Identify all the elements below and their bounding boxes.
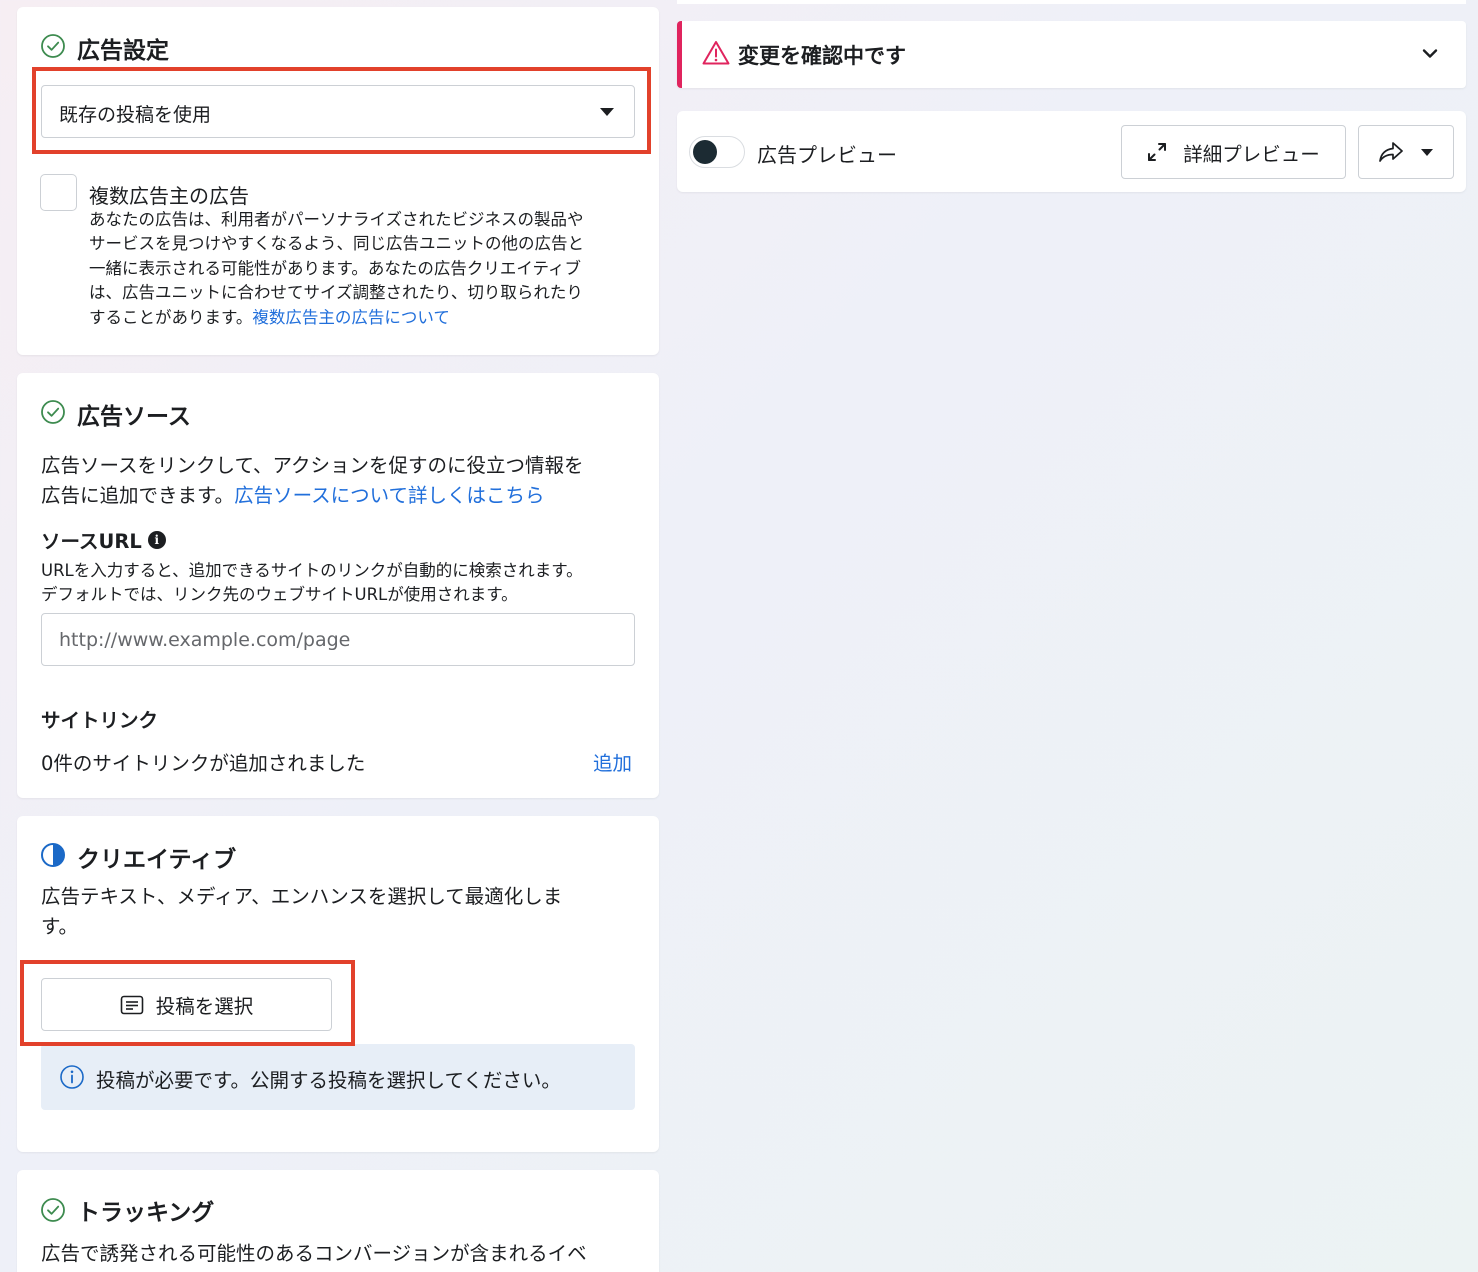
preview-bar: 広告プレビュー 詳細プレビュー — [677, 111, 1466, 192]
share-menu-button[interactable] — [1358, 125, 1454, 179]
ad-settings-title: 広告設定 — [77, 38, 169, 64]
tracking-title: トラッキング — [77, 1200, 215, 1226]
sitelinks-label: サイトリンク — [41, 709, 159, 732]
chevron-down-icon[interactable] — [1422, 48, 1438, 60]
check-circle-icon — [41, 400, 65, 424]
caret-down-icon — [1421, 148, 1433, 156]
ad-preview-label: 広告プレビュー — [757, 143, 897, 167]
caret-down-icon — [600, 108, 614, 116]
review-status-title: 変更を確認中です — [738, 44, 906, 68]
multi-advertiser-learn-link[interactable]: 複数広告主の広告について — [252, 308, 450, 327]
select-post-label: 投稿を選択 — [155, 995, 254, 1018]
source-url-label-row: ソースURL i — [41, 525, 166, 554]
creative-description: 広告テキスト、メディア、エンハンスを選択して最適化しま す。 — [41, 885, 563, 938]
review-banner[interactable]: 変更を確認中です — [677, 21, 1466, 88]
info-filled-icon[interactable]: i — [147, 530, 166, 549]
creative-title: クリエイティブ — [77, 847, 237, 873]
ad-settings-card: 広告設定 既存の投稿を使用 複数広告主の広告 あなたの広告は、利用者がパーソナラ… — [17, 7, 659, 355]
half-circle-progress-icon — [41, 843, 65, 867]
ad-format-dropdown-value: 既存の投稿を使用 — [59, 104, 212, 126]
warning-triangle-icon — [702, 41, 730, 65]
creative-card: クリエイティブ 広告テキスト、メディア、エンハンスを選択して最適化しま す。 投… — [17, 816, 659, 1152]
tracking-card: トラッキング 広告で誘発される可能性のあるコンバージョンが含まれるイベ — [17, 1170, 659, 1272]
source-url-help: URLを入力すると、追加できるサイトのリンクが自動的に検索されます。 デフォルト… — [41, 561, 583, 604]
post-required-message: 投稿が必要です。公開する投稿を選択してください。 — [96, 1069, 561, 1092]
detailed-preview-label: 詳細プレビュー — [1183, 142, 1320, 166]
tracking-description: 広告で誘発される可能性のあるコンバージョンが含まれるイベ — [41, 1242, 587, 1265]
ad-format-dropdown[interactable]: 既存の投稿を使用 — [41, 85, 635, 138]
source-url-input[interactable] — [41, 613, 635, 666]
ad-source-learn-link[interactable]: 広告ソースについて詳しくはこちら — [234, 484, 544, 507]
expand-arrows-icon — [1148, 143, 1167, 161]
ad-source-description: 広告ソースをリンクして、アクションを促すのに役立つ情報を 広告に追加できます。広… — [41, 454, 584, 507]
ad-preview-toggle[interactable] — [689, 136, 745, 168]
sitelinks-status: 0件のサイトリンクが追加されました — [41, 752, 366, 775]
share-arrow-icon — [1379, 142, 1403, 162]
select-post-button[interactable]: 投稿を選択 — [41, 978, 332, 1031]
post-required-info-banner: 投稿が必要です。公開する投稿を選択してください。 — [41, 1044, 635, 1110]
add-sitelink-link[interactable]: 追加 — [593, 747, 632, 776]
top-divider — [677, 0, 1466, 4]
check-circle-icon — [41, 34, 65, 58]
ad-source-card: 広告ソース 広告ソースをリンクして、アクションを促すのに役立つ情報を 広告に追加… — [17, 373, 659, 798]
multi-advertiser-description: あなたの広告は、利用者がパーソナライズされたビジネスの製品や サービスを見つけや… — [89, 210, 584, 327]
detailed-preview-button[interactable]: 詳細プレビュー — [1121, 125, 1346, 179]
check-circle-icon — [41, 1198, 65, 1222]
toggle-knob — [693, 140, 717, 164]
info-outline-icon — [60, 1065, 84, 1089]
multi-advertiser-checkbox[interactable] — [40, 174, 77, 211]
source-url-label: ソースURL — [41, 530, 142, 553]
ad-source-title: 広告ソース — [77, 404, 191, 430]
multi-advertiser-label: 複数広告主の広告 — [89, 184, 249, 208]
post-document-icon — [120, 995, 144, 1014]
